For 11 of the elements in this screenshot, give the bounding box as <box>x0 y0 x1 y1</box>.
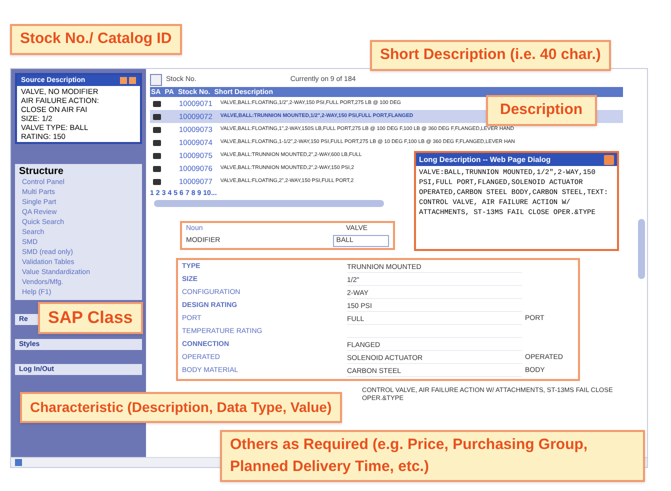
page-icon <box>15 459 22 466</box>
callout-label: Short Description (i.e. 40 char.) <box>370 40 611 70</box>
menu-title: Structure <box>19 166 64 178</box>
callout-label: Characteristic (Description, Data Type, Value) <box>20 392 342 423</box>
callout-label: Description <box>486 95 597 126</box>
vertical-scrollbar[interactable] <box>638 219 645 279</box>
horizontal-scrollbar[interactable] <box>154 200 384 207</box>
callout-label: Others as Required (e.g. Price, Purchasing Group, Planned Delivery Time, etc.) <box>220 430 645 482</box>
close-button[interactable] <box>604 154 614 164</box>
callout-label: Stock No./ Catalog ID <box>10 24 182 54</box>
callout-label: SAP Class <box>38 302 143 334</box>
